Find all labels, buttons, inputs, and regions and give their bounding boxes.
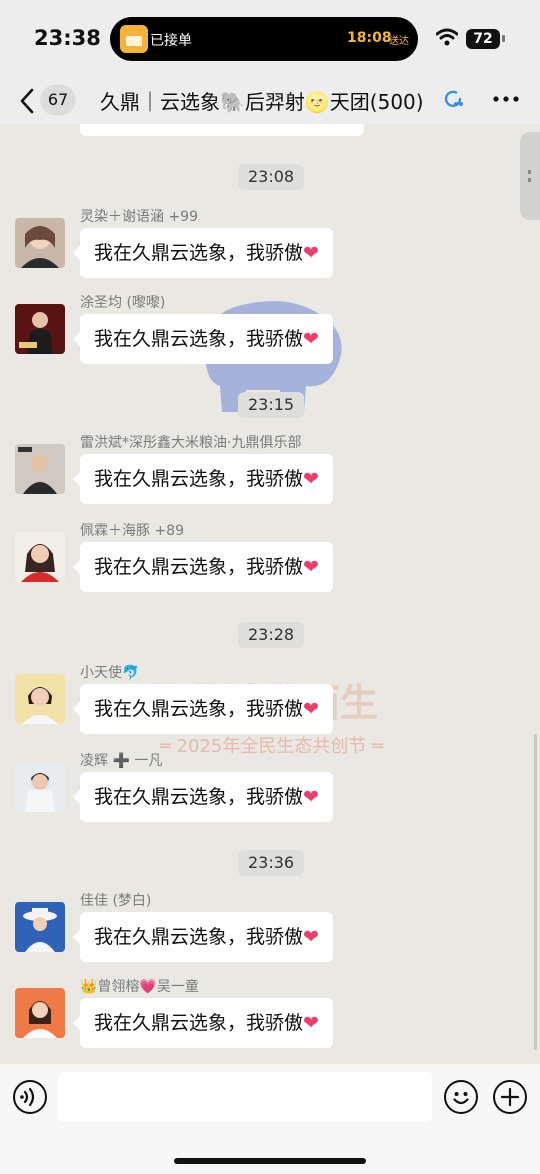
sender-name: 👑曾翎榕💗吴一童	[80, 979, 199, 995]
chat-header: 67 久鼎｜云选象🐘后羿射🌝天团(500)	[0, 80, 540, 124]
sender-name: 灵染＋谢语涵 +99	[80, 209, 198, 225]
battery-nub	[502, 35, 505, 42]
emoji-button[interactable]	[444, 1080, 478, 1114]
timestamp-chip: 23:15	[238, 392, 305, 418]
message-text: 我在久鼎云选象，我骄傲	[94, 786, 304, 808]
message-text: 我在久鼎云选象，我骄傲	[94, 698, 304, 720]
message-bubble[interactable]: 我在久鼎云选象，我骄傲❤	[73, 684, 333, 734]
message-item: 雷洪斌*深彤鑫大米粮油·九鼎俱乐部 我在久鼎云选象，我骄傲❤	[0, 432, 540, 512]
wifi-icon	[436, 28, 458, 46]
plus-button[interactable]	[493, 1080, 527, 1114]
dynamic-island-order-notification[interactable]: 已接单 18:08 送达	[110, 17, 418, 61]
message-item: 佳佳 (梦白) 我在久鼎云选象，我骄傲❤	[0, 890, 540, 970]
message-text: 我在久鼎云选象，我骄傲	[94, 468, 304, 490]
chevron-left-icon[interactable]	[16, 86, 38, 116]
sender-name: 小天使🐬	[80, 665, 140, 681]
voice-icon	[20, 1087, 35, 1107]
sender-name: 佩霖＋海豚 +89	[80, 523, 184, 539]
heart-icon: ❤	[303, 242, 319, 264]
heart-icon: ❤	[303, 698, 319, 720]
sender-name: 凌辉 ➕ 一凡	[80, 753, 163, 769]
message-item: 👑曾翎榕💗吴一童 我在久鼎云选象，我骄傲❤	[0, 976, 540, 1056]
timestamp-chip: 23:08	[238, 164, 305, 190]
message-text: 我在久鼎云选象，我骄傲	[94, 328, 304, 350]
status-time: 23:38	[34, 26, 101, 50]
more-dots-icon[interactable]	[493, 95, 519, 103]
emoji-icon	[453, 1092, 469, 1105]
avatar[interactable]	[15, 674, 65, 724]
delivery-box-icon	[120, 25, 148, 53]
sender-name: 佳佳 (梦白)	[80, 893, 152, 909]
plus-icon	[500, 1087, 520, 1107]
chat-title: 久鼎｜云选象🐘后羿射🌝天团(500)	[100, 90, 424, 114]
message-item: 小天使🐬 我在久鼎云选象，我骄傲❤	[0, 662, 540, 742]
message-bubble[interactable]: 我在久鼎云选象，我骄傲❤	[73, 228, 333, 278]
unread-count-badge[interactable]: 67	[40, 85, 76, 115]
message-text: 我在久鼎云选象，我骄傲	[94, 556, 304, 578]
message-bubble[interactable]: 我在久鼎云选象，我骄傲❤	[73, 772, 333, 822]
heart-icon: ❤	[303, 786, 319, 808]
avatar[interactable]	[15, 532, 65, 582]
avatar[interactable]	[15, 218, 65, 268]
island-sub: 送达	[389, 36, 409, 47]
avatar[interactable]	[15, 304, 65, 354]
battery-indicator: 72	[466, 29, 500, 49]
message-item: 灵染＋谢语涵 +99 我在久鼎云选象，我骄傲❤	[0, 206, 540, 286]
avatar[interactable]	[15, 444, 65, 494]
message-input[interactable]	[58, 1072, 432, 1122]
message-item: 涂圣均 (嚟嚟) 我在久鼎云选象，我骄傲❤	[0, 292, 540, 372]
sender-name: 涂圣均 (嚟嚟)	[80, 295, 166, 311]
refresh-status-icon	[444, 90, 463, 108]
message-bubble[interactable]: 我在久鼎云选象，我骄傲❤	[73, 314, 333, 364]
message-bubble[interactable]: 我在久鼎云选象，我骄傲❤	[73, 454, 333, 504]
timestamp-chip: 23:36	[238, 850, 305, 876]
voice-button[interactable]	[13, 1080, 47, 1114]
message-text: 我在久鼎云选象，我骄傲	[94, 1012, 304, 1034]
message-bubble[interactable]: 我在久鼎云选象，我骄傲❤	[73, 998, 333, 1048]
heart-icon: ❤	[303, 556, 319, 578]
message-item: 佩霖＋海豚 +89 我在久鼎云选象，我骄傲❤	[0, 520, 540, 600]
input-bar	[0, 1064, 540, 1174]
message-bubble[interactable]: 我在久鼎云选象，我骄傲❤	[73, 912, 333, 962]
avatar[interactable]	[15, 762, 65, 812]
island-time: 18:08	[347, 30, 392, 46]
message-text: 我在久鼎云选象，我骄傲	[94, 926, 304, 948]
message-text: 我在久鼎云选象，我骄傲	[94, 242, 304, 264]
heart-icon: ❤	[303, 1012, 319, 1034]
sender-name: 雷洪斌*深彤鑫大米粮油·九鼎俱乐部	[80, 435, 302, 451]
previous-message-bubble	[80, 124, 364, 136]
message-bubble[interactable]: 我在久鼎云选象，我骄傲❤	[73, 542, 333, 592]
chat-message-list[interactable]: 你的消费面生 ═ 2025年全民生态共创节 ═ 23:08 灵染＋谢语涵 +99…	[0, 124, 540, 1064]
avatar[interactable]	[15, 902, 65, 952]
message-item: 凌辉 ➕ 一凡 我在久鼎云选象，我骄傲❤	[0, 750, 540, 830]
heart-icon: ❤	[303, 926, 319, 948]
timestamp-chip: 23:28	[238, 622, 305, 648]
home-indicator[interactable]	[174, 1158, 366, 1164]
status-bar: 23:38 已接单 18:08 送达 72	[0, 0, 540, 80]
avatar[interactable]	[15, 988, 65, 1038]
heart-icon: ❤	[303, 468, 319, 490]
island-label: 已接单	[150, 33, 192, 49]
heart-icon: ❤	[303, 328, 319, 350]
